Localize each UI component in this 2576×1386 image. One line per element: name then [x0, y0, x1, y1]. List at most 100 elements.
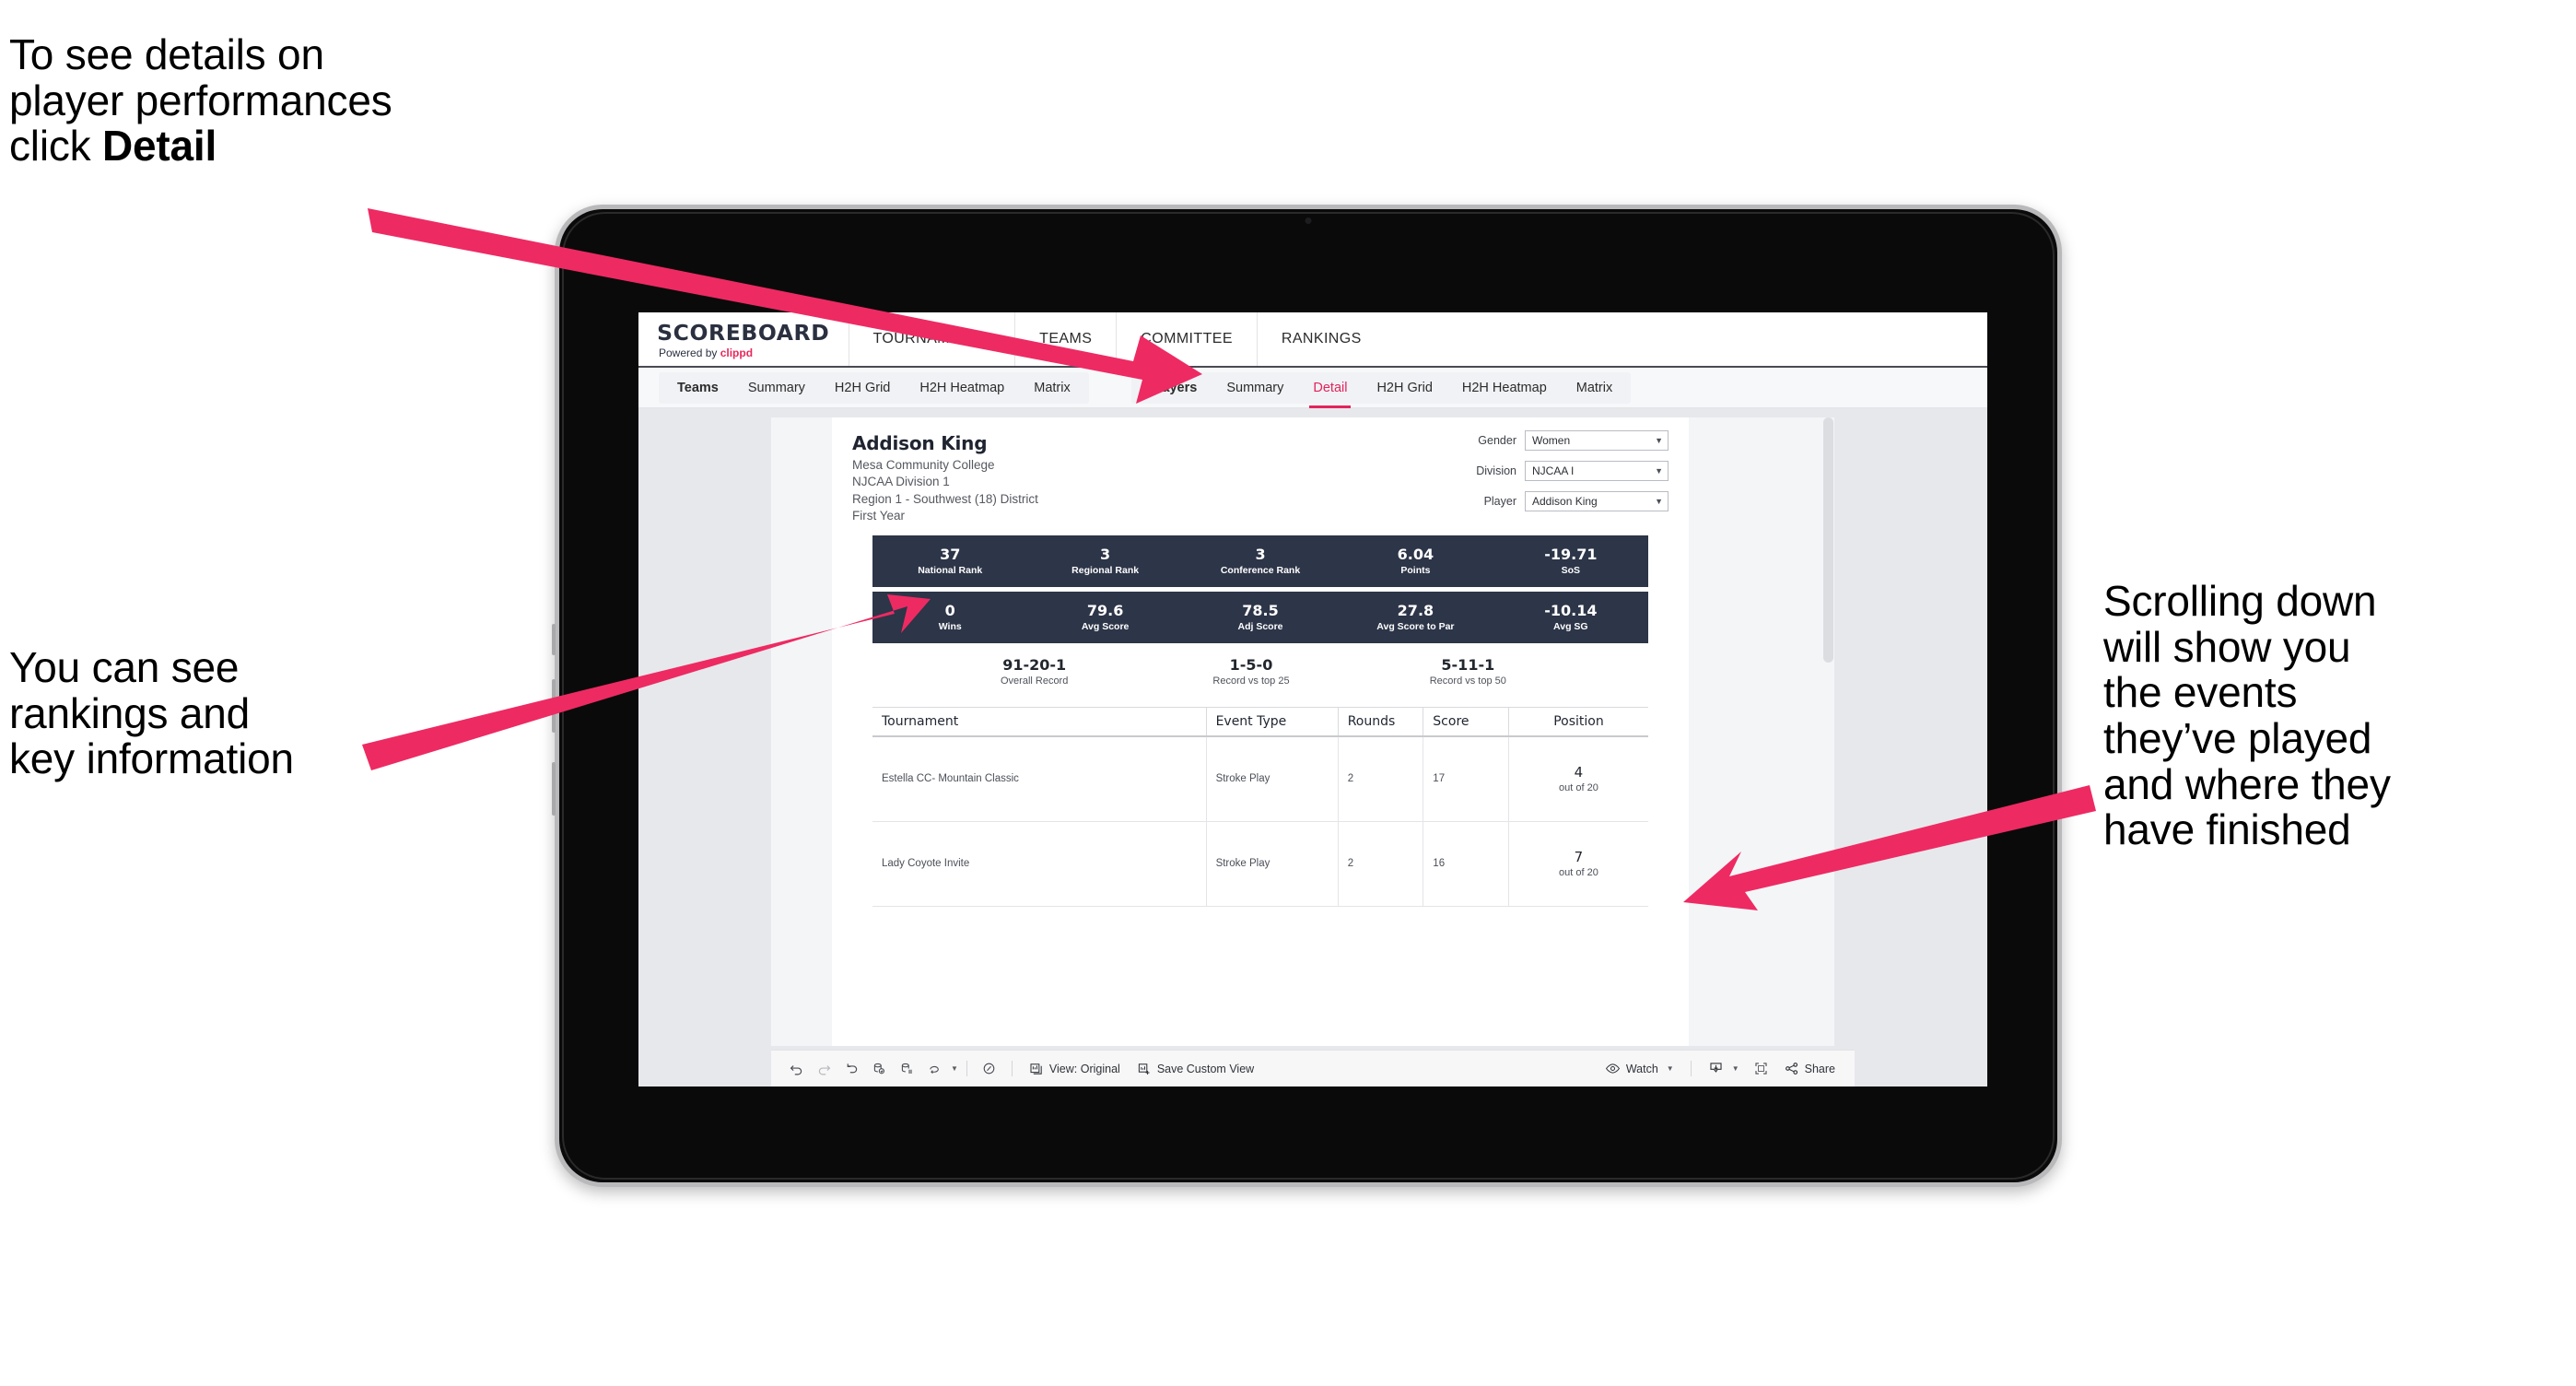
- filter-row-division: Division NJCAA I ▼: [1438, 461, 1669, 481]
- record-value: 91-20-1: [1002, 656, 1067, 674]
- annotation-detail-bold: Detail: [102, 122, 217, 170]
- tab-teams-h2h-grid[interactable]: H2H Grid: [820, 372, 905, 404]
- undo-icon[interactable]: [782, 1055, 810, 1083]
- tab-players-h2h-heatmap[interactable]: H2H Heatmap: [1447, 372, 1562, 404]
- cell-rounds: 2: [1338, 821, 1424, 907]
- brand-wordmark: SCOREBOARD: [657, 321, 830, 346]
- player-detail-card: Addison King Mesa Community College NJCA…: [832, 417, 1689, 1046]
- tab-players[interactable]: Players: [1135, 372, 1212, 404]
- stat-value: 6.04: [1397, 546, 1434, 564]
- watch-button[interactable]: Watch ▼: [1597, 1055, 1682, 1083]
- nav-item-teams[interactable]: TEAMS: [1014, 312, 1116, 366]
- nav-item-tournaments[interactable]: TOURNAMENTS: [848, 312, 1015, 366]
- cell-position: 4 out of 20: [1508, 736, 1648, 822]
- column-header-rounds[interactable]: Rounds: [1338, 708, 1424, 737]
- table-header-row: Tournament Event Type Rounds Score Posit…: [872, 708, 1648, 737]
- scrollbar-thumb[interactable]: [1823, 417, 1833, 663]
- toolbar-divider: [1690, 1061, 1692, 1076]
- filter-row-gender: Gender Women ▼: [1438, 430, 1669, 451]
- stat-label: Conference Rank: [1220, 564, 1301, 576]
- slide-canvas: To see details on player performances cl…: [0, 0, 2576, 1386]
- tab-players-h2h-grid[interactable]: H2H Grid: [1362, 372, 1446, 404]
- record-summary-row: 91-20-1 Overall Record 1-5-0 Record vs t…: [926, 656, 1576, 687]
- tab-players-detail[interactable]: Detail: [1298, 372, 1362, 408]
- viz-bottom-toolbar: ▼ View: Original Save Custom View Watch …: [771, 1050, 1855, 1086]
- column-header-tournament[interactable]: Tournament: [872, 708, 1207, 737]
- tab-teams[interactable]: Teams: [662, 372, 733, 404]
- tab-teams-h2h-heatmap[interactable]: H2H Heatmap: [905, 372, 1019, 404]
- record-vs-top-25: 1-5-0 Record vs top 25: [1142, 656, 1359, 687]
- filter-select-division[interactable]: NJCAA I ▼: [1525, 461, 1669, 481]
- share-button[interactable]: Share: [1775, 1055, 1844, 1083]
- annotation-scrolling: Scrolling down will show you the events …: [2103, 577, 2391, 854]
- stat-adj-score: 78.5 Adj Score: [1183, 603, 1338, 632]
- column-header-event-type[interactable]: Event Type: [1206, 708, 1339, 737]
- device-button-volume-down: [552, 762, 556, 816]
- vertical-scrollbar[interactable]: [1822, 417, 1834, 1005]
- filter-row-player: Player Addison King ▼: [1438, 491, 1669, 511]
- refresh-icon[interactable]: [920, 1055, 948, 1083]
- stat-value: 27.8: [1397, 602, 1434, 620]
- position-out-of: out of 20: [1559, 867, 1598, 878]
- revert-icon[interactable]: [837, 1055, 865, 1083]
- share-label: Share: [1804, 1062, 1835, 1075]
- refresh-data-icon[interactable]: [865, 1055, 893, 1083]
- table-row[interactable]: Estella CC- Mountain Classic Stroke Play…: [872, 736, 1648, 822]
- pause-auto-update-icon[interactable]: [976, 1055, 1003, 1083]
- filter-value-gender: Women: [1532, 434, 1571, 447]
- position-value: 4: [1574, 764, 1584, 781]
- stat-value: -10.14: [1544, 602, 1598, 620]
- tab-teams-summary[interactable]: Summary: [733, 372, 820, 404]
- powered-by-prefix: Powered by: [659, 346, 720, 359]
- brand-logo[interactable]: SCOREBOARD Powered by clippd: [638, 312, 849, 366]
- stat-national-rank: 37 National Rank: [872, 546, 1027, 576]
- cell-tournament: Estella CC- Mountain Classic: [872, 736, 1207, 822]
- column-header-position[interactable]: Position: [1508, 708, 1648, 737]
- chevron-down-icon[interactable]: ▼: [951, 1064, 958, 1073]
- nav-item-committee[interactable]: COMMITTEE: [1116, 312, 1257, 366]
- tab-group-players: Players Summary Detail H2H Grid H2H Heat…: [1130, 371, 1632, 408]
- pause-updates-icon[interactable]: [893, 1055, 920, 1083]
- table-row[interactable]: Lady Coyote Invite Stroke Play 2 16 7 ou…: [872, 821, 1648, 907]
- column-header-score[interactable]: Score: [1423, 708, 1509, 737]
- tab-players-matrix[interactable]: Matrix: [1562, 372, 1627, 404]
- tab-players-summary[interactable]: Summary: [1212, 372, 1298, 404]
- annotation-detail: To see details on player performances cl…: [9, 31, 617, 170]
- cell-rounds: 2: [1338, 736, 1424, 822]
- redo-icon[interactable]: [810, 1055, 837, 1083]
- top-nav-items: TOURNAMENTS TEAMS COMMITTEE RANKINGS: [848, 312, 1386, 366]
- filter-select-player[interactable]: Addison King ▼: [1525, 491, 1669, 511]
- annotation-rankings: You can see rankings and key information: [9, 643, 294, 783]
- device-button-mute: [552, 624, 556, 655]
- clippd-name: clippd: [720, 346, 754, 359]
- stat-label: Adj Score: [1237, 620, 1283, 632]
- view-original-button[interactable]: View: Original: [1021, 1055, 1129, 1083]
- watch-label: Watch: [1625, 1062, 1658, 1075]
- filter-select-gender[interactable]: Women ▼: [1525, 430, 1669, 451]
- position-value: 7: [1574, 849, 1584, 865]
- record-label: Record vs top 50: [1429, 675, 1506, 687]
- chevron-down-icon: ▼: [1655, 466, 1663, 476]
- record-overall: 91-20-1 Overall Record: [926, 656, 1142, 687]
- dashboard-sheet: Addison King Mesa Community College NJCA…: [771, 417, 1834, 1046]
- stat-label: Regional Rank: [1071, 564, 1140, 576]
- cell-score: 16: [1423, 821, 1509, 907]
- view-original-label: View: Original: [1048, 1062, 1120, 1075]
- tournament-results-table: Tournament Event Type Rounds Score Posit…: [872, 707, 1648, 907]
- save-custom-view-button[interactable]: Save Custom View: [1129, 1055, 1262, 1083]
- toolbar-divider: [1011, 1061, 1013, 1076]
- filter-label-player: Player: [1483, 495, 1516, 508]
- stat-avg-sg: -10.14 Avg SG: [1493, 603, 1648, 632]
- fullscreen-icon[interactable]: [1748, 1055, 1775, 1083]
- filter-panel: Gender Women ▼ Division NJCAA I ▼ Player…: [1438, 430, 1669, 522]
- download-button[interactable]: ▼: [1700, 1055, 1748, 1083]
- cell-position: 7 out of 20: [1508, 821, 1648, 907]
- chevron-down-icon: ▼: [1731, 1064, 1739, 1073]
- stat-value: 0: [944, 602, 955, 620]
- tab-teams-matrix[interactable]: Matrix: [1019, 372, 1084, 404]
- nav-item-rankings[interactable]: RANKINGS: [1256, 312, 1386, 366]
- stat-wins: 0 Wins: [872, 603, 1027, 632]
- dashboard-viz-area: Addison King Mesa Community College NJCA…: [638, 408, 1987, 1086]
- stat-avg-score: 79.6 Avg Score: [1027, 603, 1182, 632]
- stat-regional-rank: 3 Regional Rank: [1027, 546, 1182, 576]
